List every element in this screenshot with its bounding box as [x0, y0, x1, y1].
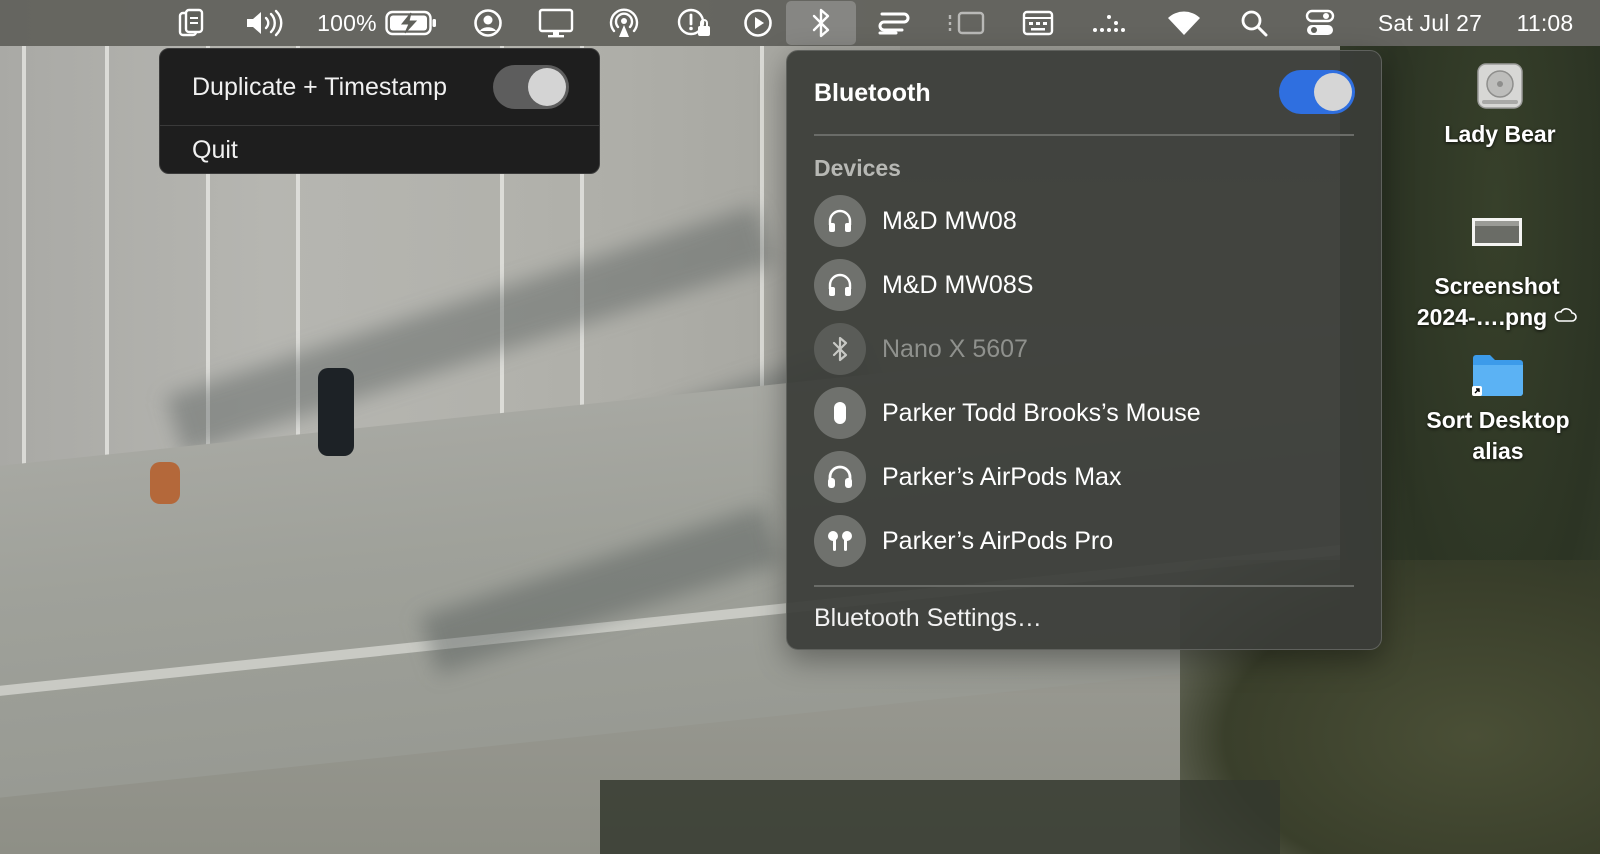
device-row[interactable]: M&D MW08S — [814, 257, 1354, 313]
headphones-icon — [814, 259, 866, 311]
quit-menu-item[interactable]: Quit — [160, 126, 599, 174]
menubar-date[interactable]: Sat Jul 27 — [1368, 0, 1492, 46]
bluetooth-icon — [814, 323, 866, 375]
desktop-item-label-line2: alias — [1472, 438, 1524, 464]
menu-bar: 100% Sat Jul 27 11:08 — [0, 0, 1600, 46]
bluetooth-toggle[interactable] — [1279, 70, 1355, 114]
bluetooth-title: Bluetooth — [814, 79, 931, 107]
quit-label: Quit — [192, 135, 238, 164]
device-name: Parker’s AirPods Max — [882, 462, 1122, 491]
device-row[interactable]: M&D MW08 — [814, 193, 1354, 249]
airpods-icon — [814, 515, 866, 567]
device-row[interactable]: Parker Todd Brooks’s Mouse — [814, 385, 1354, 441]
image-file-icon — [1469, 212, 1525, 257]
hard-drive-icon — [1472, 58, 1528, 119]
wifi-icon[interactable] — [1164, 0, 1204, 46]
headphones-icon — [814, 195, 866, 247]
headphones-icon — [814, 451, 866, 503]
user-icon[interactable] — [471, 0, 505, 46]
menubar-time[interactable]: 11:08 — [1510, 0, 1580, 46]
devices-section-label: Devices — [814, 155, 901, 181]
bluetooth-settings-link[interactable]: Bluetooth Settings… — [814, 604, 1042, 633]
keyboard-viewer-icon[interactable] — [1020, 0, 1056, 46]
clipboard-icon[interactable] — [174, 0, 208, 46]
device-name: Nano X 5607 — [882, 334, 1028, 363]
desktop-item-label-line1: Sort Desktop — [1426, 407, 1570, 433]
device-row[interactable]: Nano X 5607 — [814, 321, 1354, 377]
device-row[interactable]: Parker’s AirPods Max — [814, 449, 1354, 505]
folder-alias-icon — [1470, 350, 1526, 403]
bluetooth-menu-icon[interactable] — [786, 1, 856, 45]
duplicate-timestamp-toggle[interactable] — [493, 65, 569, 109]
tailscale-icon[interactable] — [874, 0, 912, 46]
activity-icon[interactable] — [1089, 0, 1129, 46]
desktop-item-lady-bear[interactable]: Lady Bear — [1420, 58, 1580, 150]
device-name: M&D MW08 — [882, 206, 1017, 235]
panel-divider — [814, 134, 1354, 136]
play-icon[interactable] — [741, 0, 775, 46]
control-center-icon[interactable] — [1302, 0, 1338, 46]
bluetooth-panel: Bluetooth Devices M&D MW08 M&D MW08S Nan… — [786, 50, 1382, 650]
battery-icon[interactable] — [384, 0, 438, 46]
desktop-item-label: Lady Bear — [1444, 121, 1556, 147]
desktop-item-screenshot[interactable]: Screenshot 2024-….png — [1392, 212, 1600, 333]
airplay-icon[interactable] — [606, 0, 642, 46]
display-icon[interactable] — [537, 0, 575, 46]
stage-manager-icon[interactable] — [946, 0, 986, 46]
panel-divider — [814, 585, 1354, 587]
desktop-item-label-line1: Screenshot — [1434, 273, 1560, 299]
desktop-item-label-line2: 2024-….png — [1416, 304, 1548, 330]
app-dropdown-menu: Duplicate + Timestamp Quit — [159, 48, 600, 174]
privacy-icon[interactable] — [675, 0, 713, 46]
device-row[interactable]: Parker’s AirPods Pro — [814, 513, 1354, 569]
desktop-item-sort-desktop[interactable]: Sort Desktop alias — [1400, 350, 1596, 467]
mouse-icon — [814, 387, 866, 439]
device-name: M&D MW08S — [882, 270, 1034, 299]
battery-percent: 100% — [317, 9, 377, 36]
icloud-icon — [1553, 307, 1577, 328]
device-name: Parker’s AirPods Pro — [882, 526, 1114, 555]
duplicate-timestamp-label: Duplicate + Timestamp — [192, 72, 447, 101]
volume-icon[interactable] — [243, 0, 285, 46]
device-name: Parker Todd Brooks’s Mouse — [882, 398, 1201, 427]
search-icon[interactable] — [1237, 0, 1271, 46]
